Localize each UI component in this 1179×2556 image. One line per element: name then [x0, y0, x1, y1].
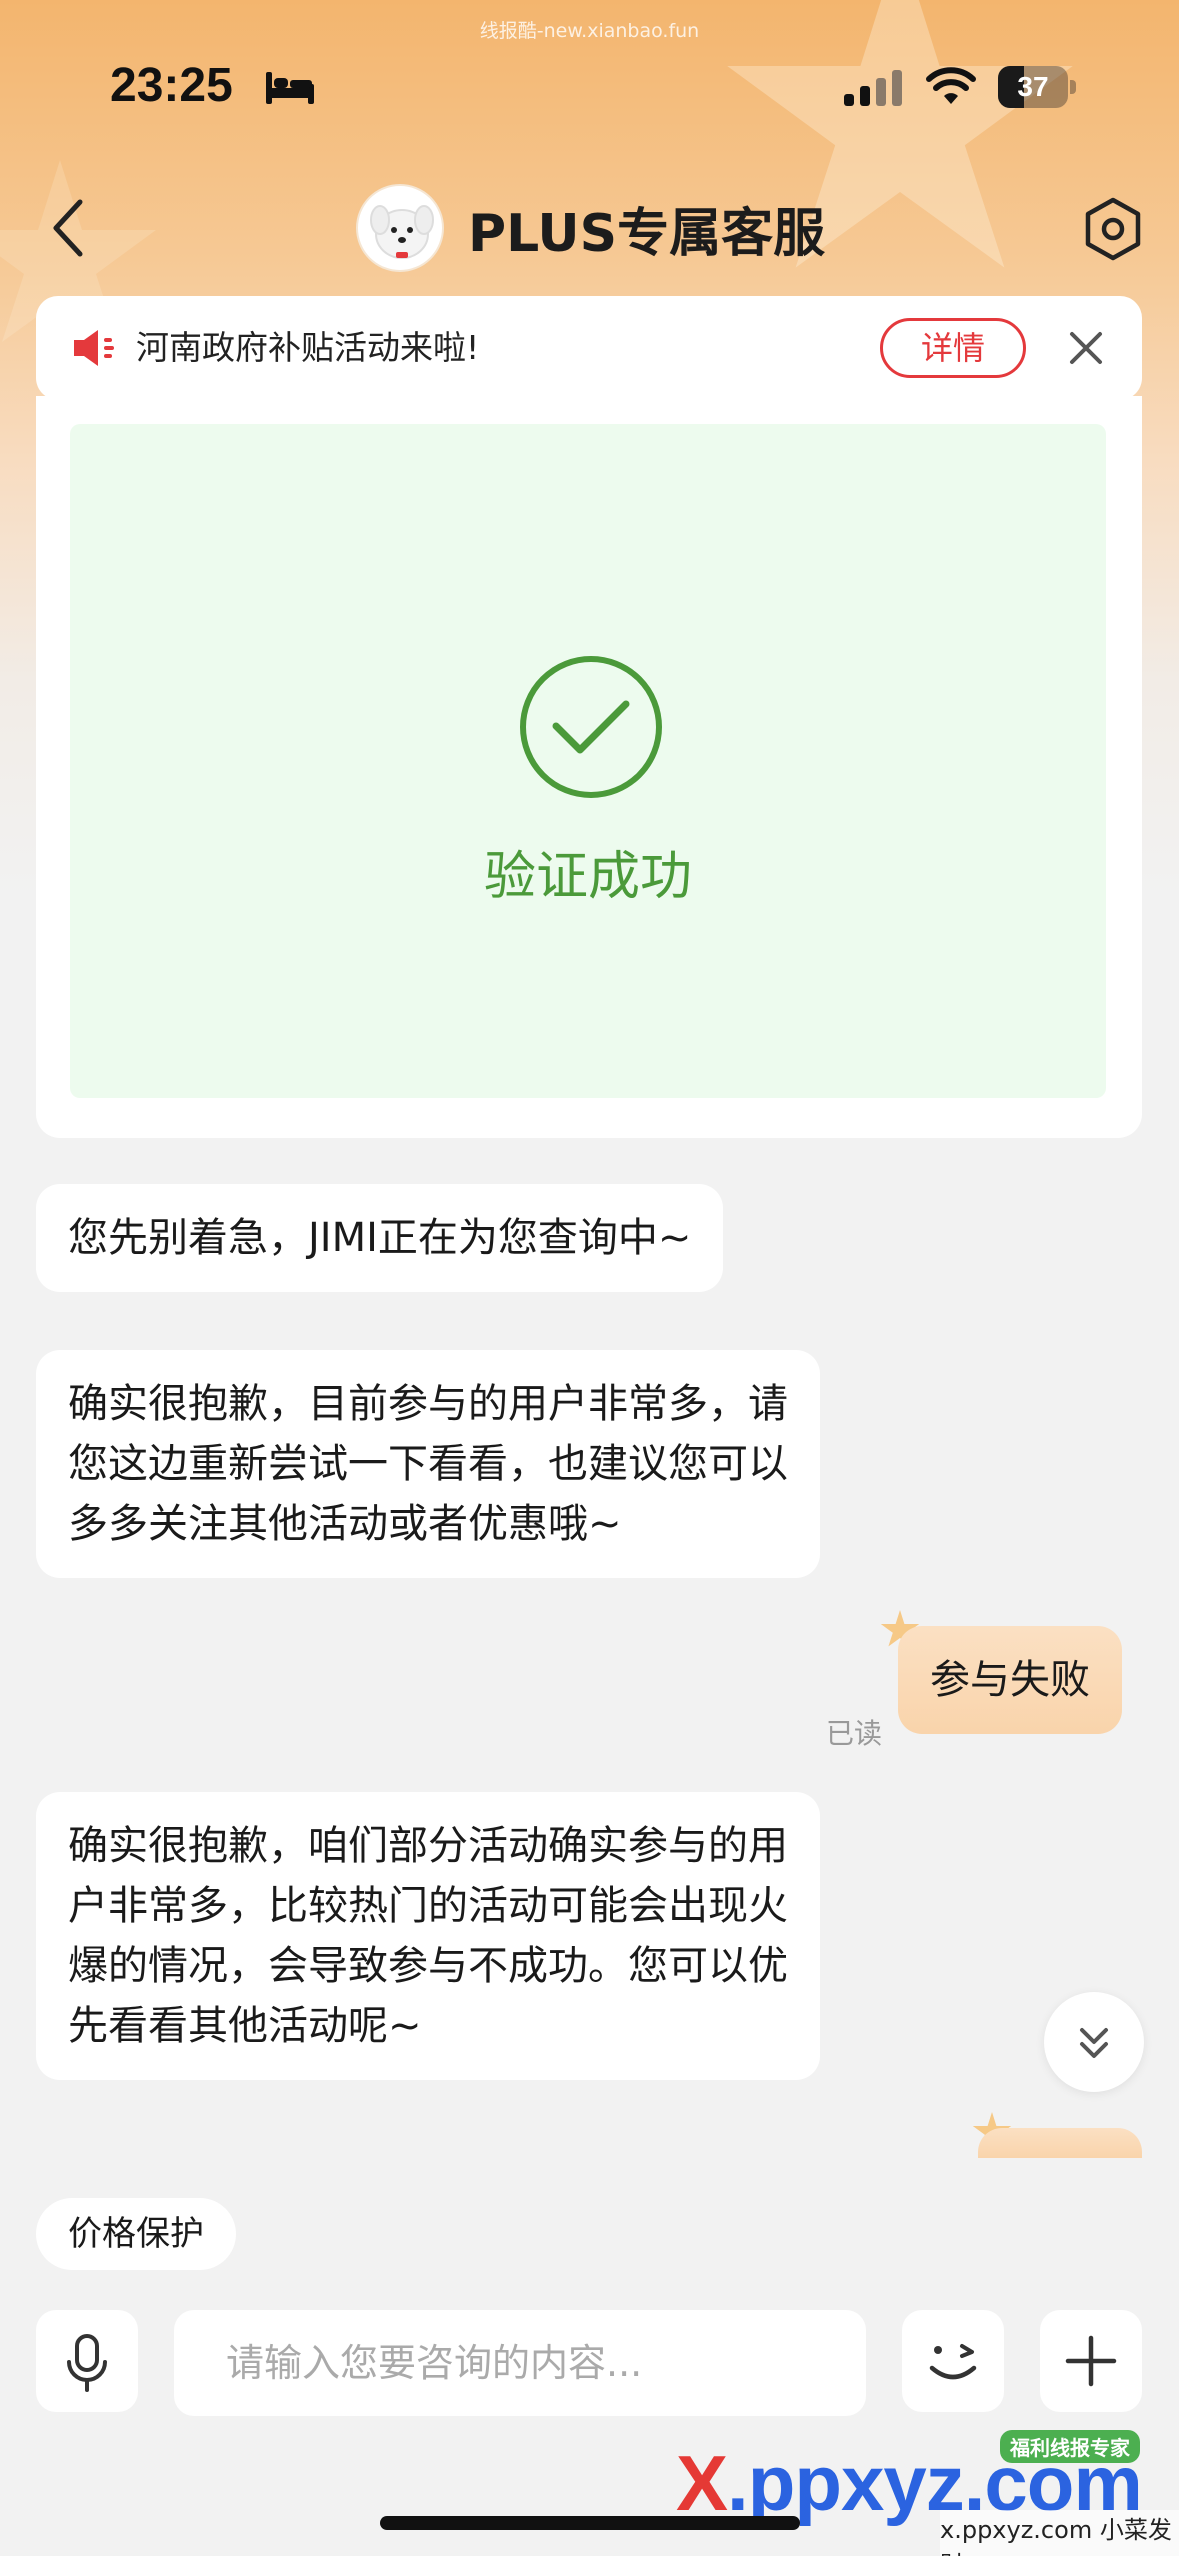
verification-status: 验证成功	[483, 847, 692, 907]
close-icon[interactable]	[1066, 328, 1106, 368]
notice-banner: 河南政府补贴活动来啦! 详情	[36, 296, 1142, 400]
top-watermark: 线报酷-new.xianbao.fun	[479, 20, 700, 42]
message-text: 参与失败	[930, 1657, 1090, 1703]
site-watermark-badge: 福利线报专家	[1000, 2430, 1140, 2463]
quick-reply-chip[interactable]: 价格保护	[36, 2198, 236, 2270]
message-input[interactable]	[174, 2310, 866, 2416]
user-message: 参与失败	[898, 1626, 1122, 1734]
user-message-partial	[978, 2128, 1142, 2158]
scroll-to-bottom-button[interactable]	[1044, 1992, 1144, 2092]
read-receipt: 已读	[826, 1717, 883, 1750]
battery-level: 37	[1017, 71, 1049, 102]
details-button[interactable]: 详情	[880, 318, 1026, 378]
agent-message: 确实很抱歉，目前参与的用户非常多，请 您这边重新尝试一下看看，也建议您可以 多多…	[36, 1350, 820, 1578]
message-line: 确实很抱歉，目前参与的用户非常多，请	[68, 1381, 788, 1427]
chevron-left-icon[interactable]	[48, 196, 88, 260]
message-line: 爆的情况，会导致参与不成功。您可以优	[68, 1943, 788, 1989]
microphone-icon	[67, 2334, 107, 2392]
wink-emoji-icon	[929, 2344, 977, 2380]
avatar	[356, 184, 444, 272]
status-bar: 23:25 37	[0, 48, 1179, 128]
signal-icon	[844, 70, 902, 106]
status-time: 23:25	[110, 59, 233, 112]
check-circle-icon	[520, 656, 662, 798]
wifi-icon	[926, 67, 976, 104]
dog-mascot-icon	[370, 205, 434, 259]
agent-message: 确实很抱歉，咱们部分活动确实参与的用 户非常多，比较热门的活动可能会出现火 爆的…	[36, 1792, 820, 2080]
bed-icon	[266, 72, 314, 104]
notice-text: 河南政府补贴活动来啦!	[136, 328, 480, 367]
battery-icon: 37	[998, 66, 1076, 108]
double-chevron-down-icon	[1080, 2028, 1108, 2058]
chat-screen: 线报酷-new.xianbao.fun 23:25 37 PLUS专属客服 河南…	[0, 0, 1179, 2556]
message-input-container[interactable]	[174, 2310, 866, 2416]
message-line: 确实很抱歉，咱们部分活动确实参与的用	[68, 1823, 788, 1869]
nav-title-group: PLUS专属客服	[356, 184, 825, 272]
message-line: 您这边重新尝试一下看看，也建议您可以	[68, 1441, 788, 1487]
voice-button[interactable]	[36, 2310, 138, 2412]
message-line: 户非常多，比较热门的活动可能会出现火	[68, 1883, 788, 1929]
message-line: 先看看其他活动呢~	[68, 2003, 422, 2049]
gear-hexagon-icon[interactable]	[1080, 196, 1146, 262]
plus-icon	[1065, 2335, 1117, 2387]
verification-panel: 验证成功	[70, 424, 1106, 1098]
message-line: 多多关注其他活动或者优惠哦~	[68, 1501, 622, 1547]
page-title: PLUS专属客服	[468, 203, 826, 264]
more-button[interactable]	[1040, 2310, 1142, 2412]
agent-message: 您先别着急，JIMI正在为您查询中~	[36, 1184, 724, 1292]
verification-card: 验证成功	[36, 396, 1142, 1138]
emoji-button[interactable]	[902, 2310, 1004, 2412]
message-text: 您先别着急，JIMI正在为您查询中~	[68, 1215, 692, 1261]
speaker-icon	[74, 330, 114, 366]
home-indicator	[380, 2516, 800, 2530]
site-watermark-subtitle: x.ppxyz.com 小菜发财	[940, 2510, 1179, 2556]
